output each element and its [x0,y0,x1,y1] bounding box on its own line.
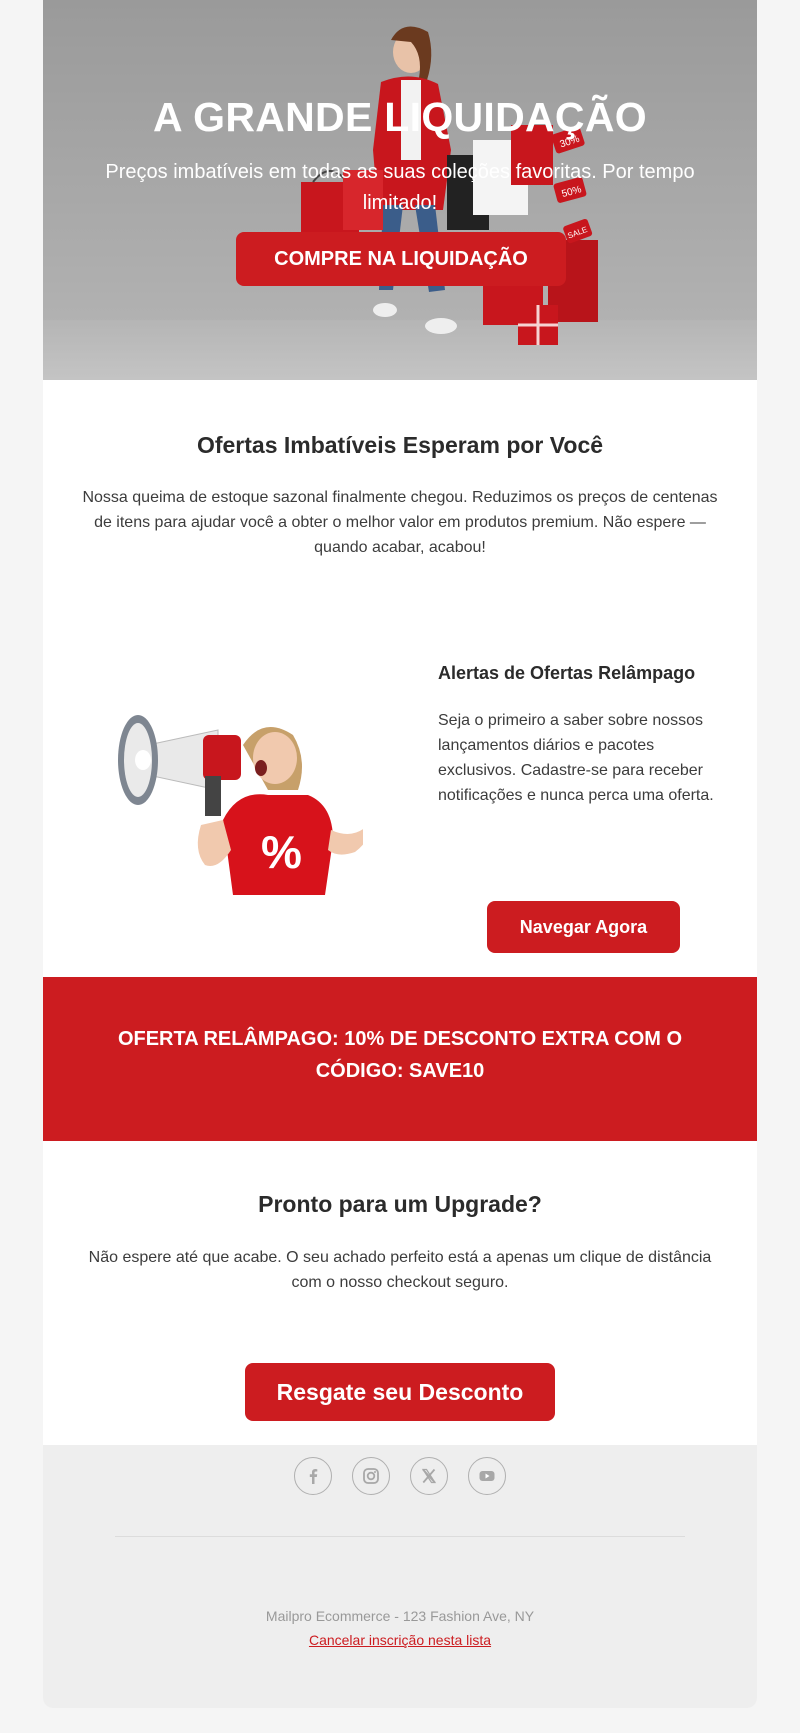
social-links [43,1457,757,1497]
intro-title: Ofertas Imbatíveis Esperam por Você [196,432,604,458]
shop-sale-button[interactable]: COMPRE NA LIQUIDAÇÃO [236,232,566,286]
intro-text: Nossa queima de estoque sazonal finalmen… [82,489,718,556]
upgrade-text: Não espere até que acabe. O seu achado p… [88,1249,712,1291]
company-address: Mailpro Ecommerce - 123 Fashion Ave, NY [265,1608,535,1624]
promo-banner: OFERTA RELÂMPAGO: 10% DE DESCONTO EXTRA … [43,977,757,1141]
browse-now-button[interactable]: Navegar Agora [487,901,680,953]
hero-title: A GRANDE LIQUIDAÇÃO [153,94,647,140]
redeem-discount-button[interactable]: Resgate seu Desconto [245,1363,555,1421]
footer-divider [115,1536,685,1537]
promo-code-text: OFERTA RELÂMPAGO: 10% DE DESCONTO EXTRA … [117,1028,683,1082]
hero-banner: 30% 50% SALE A GRANDE LIQUIDAÇÃO Preços … [43,0,757,380]
email-container: 30% 50% SALE A GRANDE LIQUIDAÇÃO Preços … [43,0,757,1708]
youtube-icon[interactable] [468,1457,506,1495]
unsubscribe-wrapper: Cancelar inscrição nesta lista [43,1632,757,1648]
instagram-icon[interactable] [352,1457,390,1495]
x-icon[interactable] [410,1457,448,1495]
facebook-icon[interactable] [294,1457,332,1495]
megaphone-woman-image: % [118,715,363,895]
shirt-percent-symbol: % [261,826,302,878]
flash-alerts-title: Alertas de Ofertas Relâmpago [438,663,696,683]
footer: Mailpro Ecommerce - 123 Fashion Ave, NY … [43,1445,757,1708]
flash-alerts-text: Seja o primeiro a saber sobre nossos lan… [438,712,714,804]
unsubscribe-link[interactable]: Cancelar inscrição nesta lista [309,1632,491,1648]
upgrade-title: Pronto para um Upgrade? [258,1191,542,1217]
hero-subtitle: Preços imbatíveis em todas as suas coleç… [105,161,695,214]
